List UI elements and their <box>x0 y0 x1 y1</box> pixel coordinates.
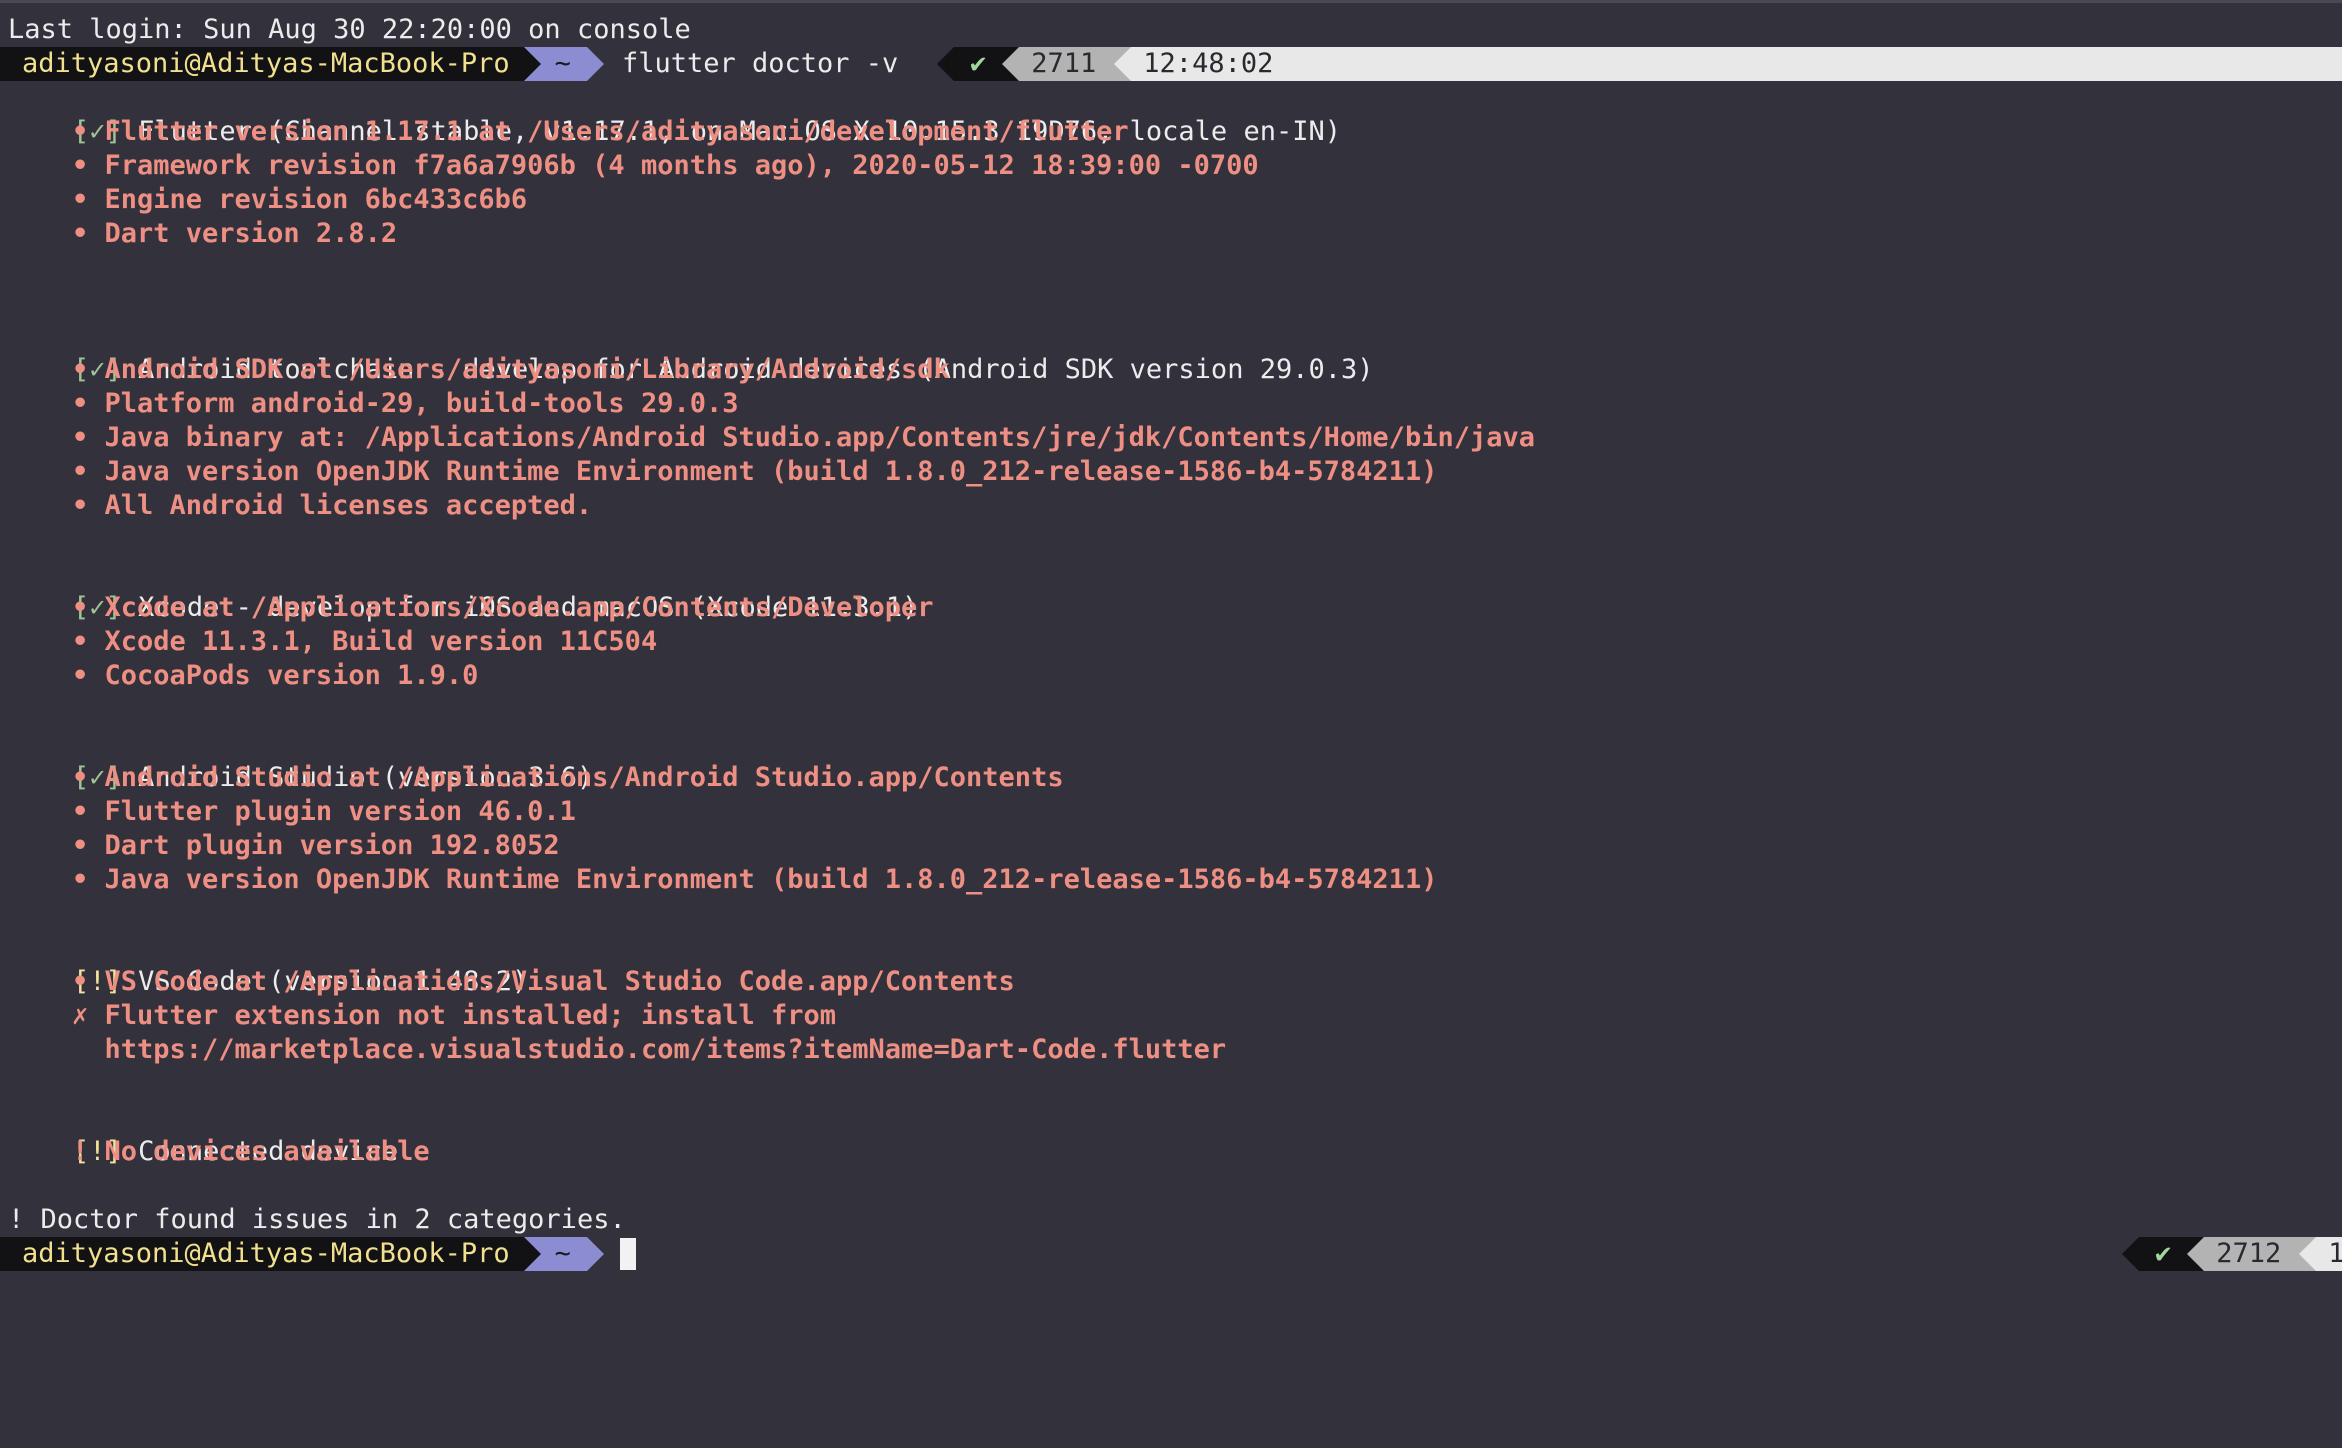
detail-line: • Java version OpenJDK Runtime Environme… <box>72 456 1438 487</box>
section-android-studio: [✓] Android Studio (version 3.6) <box>8 727 593 793</box>
success-check-icon: ✔ <box>2139 1237 2188 1271</box>
detail-line: • Xcode at /Applications/Xcode.app/Conte… <box>72 592 934 623</box>
right-prompt-final: ✔ 2712 1 <box>2122 1237 2342 1271</box>
prompt-separator-arrow <box>1114 47 1132 81</box>
prompt-separator-arrow <box>523 1237 541 1271</box>
detail-line: • Flutter plugin version 46.0.1 <box>72 796 576 827</box>
right-prompt: ✔ 2711 12:48:02 <box>937 47 2342 81</box>
prompt-separator-arrow <box>1002 47 1020 81</box>
prompt-bar-final: adityasoni@Adityas-MacBook-Pro ~ <box>0 1237 636 1271</box>
prompt-separator-arrow <box>2187 1237 2205 1271</box>
detail-line: • Engine revision 6bc433c6b6 <box>72 184 528 215</box>
history-number: 2712 <box>2204 1237 2300 1271</box>
detail-line: • Java version OpenJDK Runtime Environme… <box>72 864 1438 895</box>
section-flutter: [✓] Flutter (Channel stable, v1.17.1, on… <box>8 81 1341 147</box>
detail-line: • VS Code at /Applications/Visual Studio… <box>72 966 1015 997</box>
detail-line: • Platform android-29, build-tools 29.0.… <box>72 388 739 419</box>
detail-line: • Java binary at: /Applications/Android … <box>72 422 1535 453</box>
prompt-time-partial: 1 <box>2316 1237 2342 1271</box>
prompt-separator-arrow <box>586 1237 604 1271</box>
detail-line: • Android Studio at /Applications/Androi… <box>72 762 1064 793</box>
detail-line: • CocoaPods version 1.9.0 <box>72 660 479 691</box>
detail-line: • All Android licenses accepted. <box>72 490 593 521</box>
detail-line: • Flutter version 1.17.1 at /Users/adity… <box>72 116 1129 147</box>
detail-line: • Android SDK at /Users/adityasoni/Libra… <box>72 354 950 385</box>
detail-line-warning: ! No devices available <box>72 1136 430 1167</box>
prompt-bar: adityasoni@Adityas-MacBook-Pro ~ flutter… <box>0 47 898 81</box>
prompt-separator-arrow <box>2299 1237 2317 1271</box>
detail-line-error: ✗ Flutter extension not installed; insta… <box>72 1000 837 1031</box>
prompt-separator-arrow <box>586 47 604 81</box>
prompt-directory: ~ <box>540 47 587 81</box>
detail-line: • Dart version 2.8.2 <box>72 218 398 249</box>
detail-line: • Dart plugin version 192.8052 <box>72 830 560 861</box>
doctor-summary: ! Doctor found issues in 2 categories. <box>8 1204 626 1235</box>
section-xcode: [✓] Xcode - develop for iOS and macOS (X… <box>8 557 918 623</box>
prompt-user-host: adityasoni@Adityas-MacBook-Pro <box>0 47 524 81</box>
last-login-line: Last login: Sun Aug 30 22:20:00 on conso… <box>8 14 691 45</box>
prompt-user-host: adityasoni@Adityas-MacBook-Pro <box>0 1237 524 1271</box>
history-number: 2711 <box>1019 47 1115 81</box>
marketplace-link[interactable]: https://marketplace.visualstudio.com/ite… <box>72 1033 1227 1067</box>
terminal-window[interactable]: Last login: Sun Aug 30 22:20:00 on conso… <box>0 0 2342 1448</box>
prompt-time: 12:48:02 <box>1131 47 2342 81</box>
section-connected-device: [!] Connected device <box>8 1101 398 1167</box>
prompt-separator-arrow <box>523 47 541 81</box>
text-cursor[interactable] <box>619 1238 636 1270</box>
section-android-toolchain: [✓] Android toolchain - develop for Andr… <box>8 319 1373 385</box>
detail-line: • Framework revision f7a6a7906b (4 month… <box>72 150 1259 181</box>
detail-line: • Xcode 11.3.1, Build version 11C504 <box>72 626 658 657</box>
section-vscode: [!] VS Code (version 1.48.2) <box>8 931 528 997</box>
success-check-icon: ✔ <box>954 47 1003 81</box>
prompt-separator-arrow <box>2122 1237 2139 1271</box>
command-text: flutter doctor -v <box>621 48 899 79</box>
prompt-separator-arrow <box>937 47 954 81</box>
prompt-directory: ~ <box>540 1237 587 1271</box>
